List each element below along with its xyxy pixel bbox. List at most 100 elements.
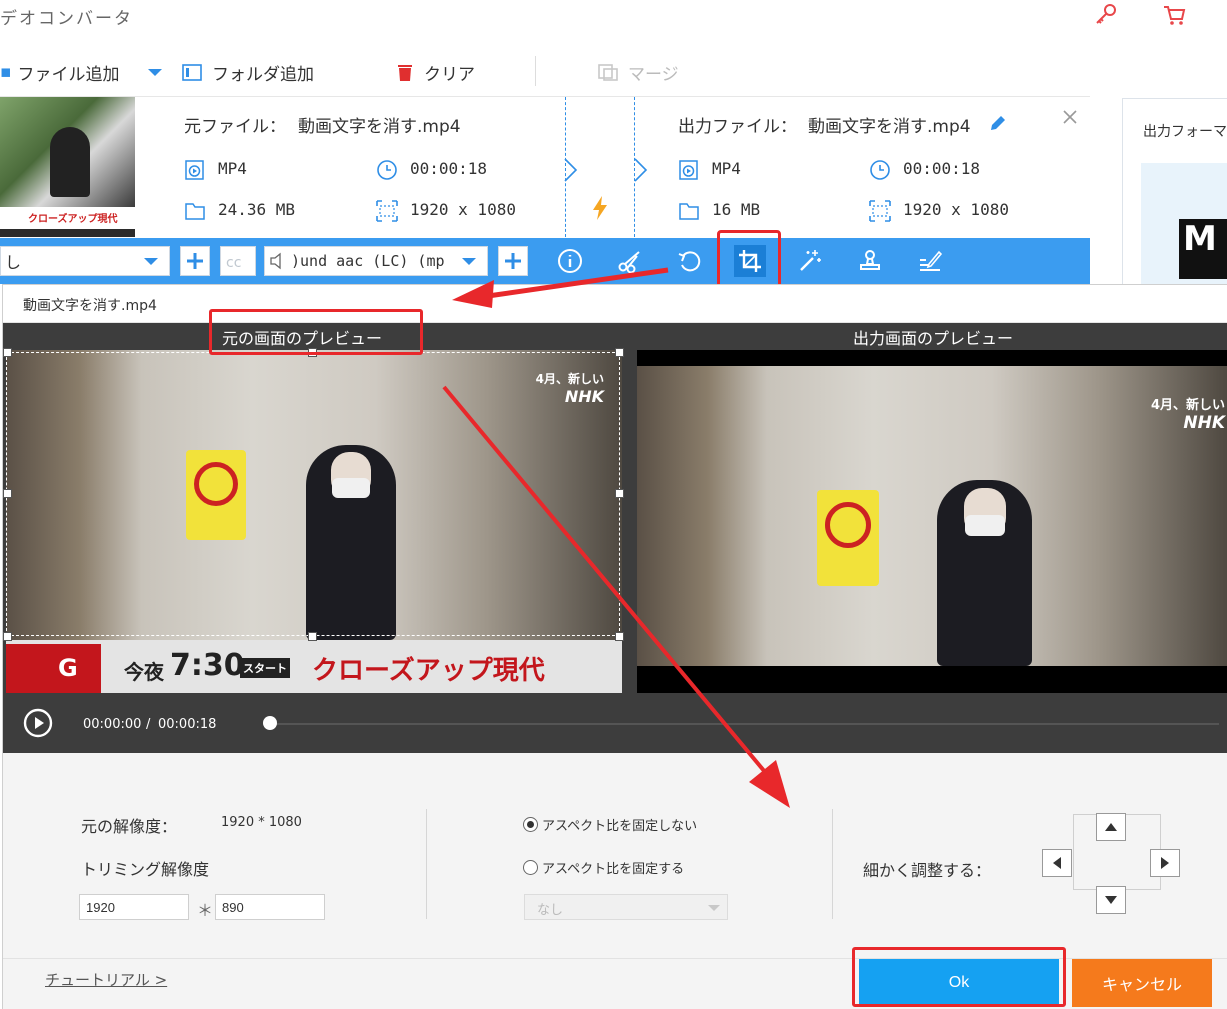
clock-icon: [377, 160, 397, 180]
aspect-free-option[interactable]: アスペクト比を固定しない: [523, 815, 697, 834]
aspect-ratio-select[interactable]: なし: [524, 894, 728, 920]
total-time: 00:00:18: [158, 717, 217, 732]
trim-resolution-label: トリミング解像度: [81, 860, 210, 879]
resolution-icon: [869, 200, 891, 222]
cart-icon[interactable]: [1161, 2, 1187, 28]
effects-button[interactable]: [794, 245, 826, 277]
info-button[interactable]: [554, 245, 586, 277]
info-icon: [558, 249, 582, 273]
file-row[interactable]: クローズアップ現代 元ファイル： 動画文字を消す.mp4 MP4 00:00:1…: [0, 96, 1090, 238]
subtitle-edit-button[interactable]: [914, 245, 946, 277]
crop-handle[interactable]: [3, 632, 12, 641]
add-file-label: ファイル追加: [17, 64, 120, 85]
output-duration: 00:00:18: [903, 159, 981, 178]
plus-icon: [505, 253, 521, 269]
crop-height-input[interactable]: [215, 894, 325, 920]
output-format: MP4: [712, 159, 741, 178]
current-time: 00:00:00: [83, 717, 142, 732]
nudge-down-button[interactable]: [1096, 886, 1126, 914]
aspect-fixed-radio[interactable]: [523, 860, 538, 875]
crop-handle[interactable]: [308, 632, 317, 641]
nudge-left-button[interactable]: [1042, 849, 1072, 877]
source-resolution: 1920 x 1080: [410, 200, 516, 219]
plus-icon: [187, 253, 203, 269]
output-size: 16 MB: [712, 200, 761, 219]
edit-text-icon: [920, 250, 943, 271]
output-format-label: 出力フォーマ: [1143, 124, 1227, 140]
aspect-fixed-label: アスペクト比を固定する: [542, 862, 685, 877]
merge-icon: [598, 64, 618, 81]
original-resolution-label: 元の解像度：: [81, 817, 178, 836]
arrow-right-icon: [1161, 857, 1169, 869]
edit-pencil-icon[interactable]: [988, 113, 1008, 133]
tutorial-link[interactable]: チュートリアル >: [45, 969, 167, 990]
svg-text:cc: cc: [226, 255, 241, 271]
add-file-button[interactable]: ▪ ファイル追加: [0, 58, 120, 86]
audio-track-value: )und aac (LC) (mp: [291, 252, 445, 270]
output-video: 4月、新しい NHK: [637, 350, 1227, 694]
crop-handle[interactable]: [3, 489, 12, 498]
time-separator: /: [146, 717, 151, 732]
seek-track[interactable]: [269, 723, 1219, 725]
settings-divider: [426, 809, 427, 919]
settings-divider: [832, 809, 833, 919]
nudge-right-button[interactable]: [1150, 849, 1180, 877]
banner-letter: G: [58, 654, 78, 682]
nhk-line1: 4月、新しい: [1150, 398, 1225, 413]
file-size-icon: [679, 203, 699, 220]
banner-tonight: 今夜: [124, 660, 164, 684]
thumbnail-banner: クローズアップ現代: [0, 207, 135, 229]
clear-button[interactable]: クリア: [396, 58, 475, 86]
add-subtitle-button[interactable]: [180, 246, 210, 276]
chevron-down-icon: [462, 258, 476, 265]
cancel-button[interactable]: キャンセル: [1072, 959, 1212, 1007]
banner-start: スタート: [240, 658, 290, 678]
crop-handle[interactable]: [615, 632, 624, 641]
speaker-icon: [270, 252, 281, 270]
play-icon[interactable]: [23, 708, 53, 738]
closed-caption-icon: cc: [226, 255, 241, 271]
crop-width-input[interactable]: [79, 894, 189, 920]
ok-button-highlight: [852, 947, 1066, 1007]
cc-button[interactable]: cc: [220, 246, 256, 276]
aspect-free-radio[interactable]: [523, 817, 538, 832]
nhk-line2: NHK: [1183, 413, 1225, 433]
output-format-panel: 出力フォーマ M: [1122, 98, 1227, 288]
format-card[interactable]: M: [1141, 163, 1227, 287]
audio-track-select[interactable]: )und aac (LC) (mp: [264, 246, 488, 276]
key-icon[interactable]: [1093, 2, 1119, 28]
window-title: デオコンバータ: [0, 9, 133, 29]
rotate-icon: [678, 251, 701, 272]
rotate-button[interactable]: [674, 245, 706, 277]
crop-dialog: 動画文字を消す.mp4 元の画面のプレビュー 出力画面のプレビュー 4月、新しい…: [2, 284, 1227, 1009]
aspect-fixed-option[interactable]: アスペクト比を固定する: [523, 858, 684, 877]
close-icon[interactable]: [1062, 109, 1078, 125]
nhk-logo: 4月、新しい NHK: [1131, 394, 1225, 433]
watermark-button[interactable]: [854, 245, 886, 277]
source-video-banner: G 今夜 7:30 スタート クローズアップ現代: [6, 640, 622, 700]
subtitle-select[interactable]: し: [0, 246, 170, 276]
chevron-down-icon[interactable]: [147, 68, 163, 78]
seek-knob[interactable]: [263, 716, 277, 730]
video-format-icon: [185, 160, 204, 180]
file-size-icon: [185, 203, 205, 220]
source-format: MP4: [218, 159, 247, 178]
main-toolbar: ▪ ファイル追加 フォルダ追加 クリア マージ: [0, 44, 1227, 96]
title-bar: デオコンバータ: [0, 0, 1227, 40]
output-resolution: 1920 x 1080: [903, 200, 1009, 219]
lightning-icon[interactable]: [590, 195, 610, 221]
merge-button[interactable]: マージ: [598, 58, 679, 86]
add-folder-button[interactable]: フォルダ追加: [182, 58, 314, 86]
nudge-up-button[interactable]: [1096, 813, 1126, 841]
crop-settings: 元の解像度： 1920 * 1080 トリミング解像度 ＊ アスペクト比を固定し…: [3, 753, 1227, 958]
crop-selection-box[interactable]: [6, 352, 620, 636]
arrow-up-icon: [1105, 823, 1117, 831]
add-audio-button[interactable]: [498, 246, 528, 276]
subtitle-select-value: し: [5, 253, 22, 272]
video-thumbnail[interactable]: クローズアップ現代: [0, 97, 135, 237]
crop-handle[interactable]: [615, 489, 624, 498]
crop-handle[interactable]: [3, 348, 12, 357]
output-person-mask: [965, 515, 1005, 536]
crop-handle[interactable]: [615, 348, 624, 357]
cut-button[interactable]: [614, 245, 646, 277]
